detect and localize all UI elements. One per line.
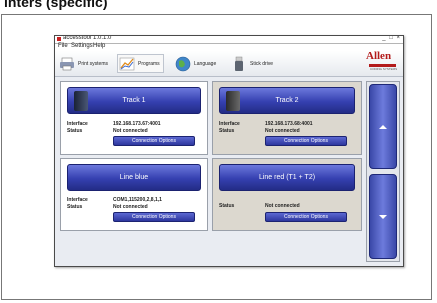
logo-subtitle: CODING SYSTEMS <box>370 67 398 71</box>
chevron-down-icon <box>379 214 387 219</box>
interface-value: COM1,115200,2,8,1,1 <box>113 197 162 203</box>
chart-icon <box>119 56 135 72</box>
toolbar-print-systems[interactable]: Print systems <box>59 54 108 73</box>
connection-options-button[interactable]: Connection Options <box>265 136 347 146</box>
menu-settings[interactable]: Settings <box>71 43 93 49</box>
scroll-panel <box>366 81 400 262</box>
toolbar-label: Language <box>194 60 217 67</box>
device-panel-line-blue: Line blue Interface COM1,115200,2,8,1,1 … <box>60 158 208 231</box>
toolbar-label: Stick drive <box>250 60 274 67</box>
status-label: Status <box>67 204 83 210</box>
interface-label: Interface <box>67 197 88 203</box>
panel-title: Line blue <box>119 174 149 181</box>
line-red-button[interactable]: Line red (T1 + T2) <box>219 164 355 191</box>
scroll-up-button[interactable] <box>369 84 397 169</box>
logo-text: Allen <box>366 50 392 62</box>
toolbar-programs[interactable]: Programs <box>117 54 164 73</box>
status-value: Not connected <box>113 204 148 210</box>
button-label: Connection Options <box>284 138 328 144</box>
line-blue-button[interactable]: Line blue <box>67 164 201 191</box>
interface-value: 192.168.173.68:4001 <box>265 121 313 127</box>
device-panel-track-2: Track 2 Interface 192.168.173.68:4001 St… <box>212 81 362 155</box>
status-label: Status <box>67 128 83 134</box>
toolbar-label: Programs <box>138 60 160 67</box>
toolbar: Print systems Programs Language Stick dr… <box>55 51 403 77</box>
interface-value: 192.168.173.67:4001 <box>113 121 161 127</box>
track-2-button[interactable]: Track 2 <box>219 87 355 114</box>
connection-options-button[interactable]: Connection Options <box>113 212 195 222</box>
menu-file[interactable]: File <box>58 43 68 49</box>
scroll-down-button[interactable] <box>369 174 397 259</box>
status-label: Status <box>219 128 235 134</box>
usb-drive-icon <box>231 56 247 72</box>
device-panel-line-red: Line red (T1 + T2) Status Not connected … <box>212 158 362 231</box>
panel-title: Line red (T1 + T2) <box>258 174 316 181</box>
interface-label: Interface <box>219 121 240 127</box>
track-1-button[interactable]: Track 1 <box>67 87 201 114</box>
toolbar-label: Print systems <box>78 60 109 67</box>
button-label: Connection Options <box>132 214 176 220</box>
menu-help[interactable]: Help <box>93 43 105 49</box>
panel-title: Track 1 <box>122 97 146 104</box>
app-window: accesstool 1.0.1.0 _ □ × File Settings H… <box>54 35 404 267</box>
connection-options-button[interactable]: Connection Options <box>113 136 195 146</box>
connection-options-button[interactable]: Connection Options <box>265 212 347 222</box>
app-icon <box>57 37 61 41</box>
interface-label: Interface <box>67 121 88 127</box>
device-panel-track-1: Track 1 Interface 192.168.173.67:4001 St… <box>60 81 208 155</box>
window-title: accesstool 1.0.1.0 <box>63 35 112 41</box>
window-controls[interactable]: _ □ × <box>382 36 401 41</box>
title-bar: accesstool 1.0.1.0 _ □ × <box>55 36 403 44</box>
chevron-up-icon <box>379 124 387 129</box>
globe-icon <box>175 56 191 72</box>
button-label: Connection Options <box>132 138 176 144</box>
toolbar-stick-drive[interactable]: Stick drive <box>231 54 273 73</box>
document-heading: inters (specific) <box>4 0 108 10</box>
panel-title: Track 2 <box>275 97 299 104</box>
toolbar-language[interactable]: Language <box>175 54 216 73</box>
status-value: Not connected <box>265 203 300 209</box>
status-value: Not connected <box>265 128 300 134</box>
brand-logo: Allen CODING SYSTEMS <box>363 50 399 74</box>
status-value: Not connected <box>113 128 148 134</box>
button-label: Connection Options <box>284 214 328 220</box>
status-label: Status <box>219 203 235 209</box>
printer-icon <box>59 56 75 72</box>
menu-bar: File Settings Help <box>55 43 403 51</box>
